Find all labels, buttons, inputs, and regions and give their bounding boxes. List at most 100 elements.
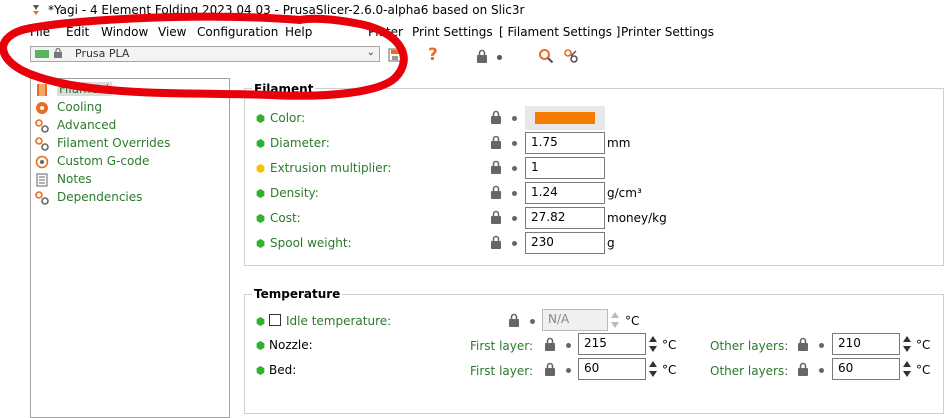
bed-other-layers-unit: °C: [916, 363, 931, 377]
bed-other-layers-label: Other layers:: [710, 364, 789, 378]
extrusion-multiplier-label: Extrusion multiplier:: [270, 161, 392, 175]
menu-configuration[interactable]: Configuration: [197, 25, 278, 39]
bed-first-layer-input[interactable]: 60: [578, 358, 646, 380]
notes-icon: [36, 173, 48, 187]
menu-window[interactable]: Window: [101, 25, 148, 39]
extrusion-multiplier-input[interactable]: 1: [525, 157, 605, 179]
lock-icon[interactable]: [476, 49, 488, 63]
settings-page-list: Filament Cooling Advanced Filament Overr…: [30, 78, 230, 418]
nozzle-first-layer-input[interactable]: 215: [578, 333, 646, 355]
lock-icon[interactable]: [490, 235, 502, 249]
filament-group-title: Filament: [252, 82, 316, 96]
spool-weight-input[interactable]: 230: [525, 232, 605, 254]
sidebar-item-label: Filament: [57, 82, 113, 96]
lock-icon[interactable]: [797, 337, 809, 351]
density-label: Density:: [270, 186, 319, 200]
color-swatch: [535, 112, 595, 124]
lock-icon[interactable]: [490, 210, 502, 224]
bullet-icon: [512, 216, 517, 221]
density-unit: g/cm³: [607, 186, 642, 200]
tab-printer-settings[interactable]: Printer Settings: [621, 25, 714, 39]
wrench-icon: [35, 191, 49, 205]
temperature-group-title: Temperature: [252, 287, 343, 301]
idle-temperature-label: Idle temperature:: [286, 314, 392, 328]
simple-mode-icon: [256, 189, 265, 198]
window-title: *Yagi - 4 Element Folding 2023 04 03 - P…: [48, 3, 525, 17]
sidebar-item-label: Filament Overrides: [57, 136, 171, 150]
lock-icon[interactable]: [490, 185, 502, 199]
tab-filament-settings[interactable]: [ Filament Settings ]: [499, 25, 620, 39]
lock-icon[interactable]: [544, 337, 556, 351]
spinner-arrows-icon[interactable]: [646, 358, 660, 380]
chevron-down-icon: ⌄: [366, 47, 375, 58]
sidebar-item-label: Notes: [57, 172, 92, 186]
spinner-arrows-icon[interactable]: [900, 333, 914, 355]
color-label: Color:: [270, 111, 306, 125]
idle-temperature-checkbox[interactable]: [269, 314, 281, 326]
advanced-mode-icon: [256, 164, 265, 173]
lock-icon[interactable]: [544, 362, 556, 376]
simple-mode-icon: [256, 114, 265, 123]
menu-edit[interactable]: Edit: [66, 25, 89, 39]
preset-color-swatch: [35, 50, 49, 58]
sidebar-item-label: Custom G-code: [57, 154, 150, 168]
help-icon[interactable]: ?: [428, 45, 438, 65]
lock-icon[interactable]: [508, 313, 520, 327]
search-icon[interactable]: [538, 48, 554, 64]
title-bar: *Yagi - 4 Element Folding 2023 04 03 - P…: [0, 0, 944, 22]
bullet-icon: [512, 241, 517, 246]
nozzle-first-layer-label: First layer:: [470, 339, 534, 353]
bullet-icon: [512, 166, 517, 171]
idle-temperature-input[interactable]: N/A: [542, 309, 608, 331]
wrench-icon: [35, 119, 49, 133]
bed-first-layer-label: First layer:: [470, 364, 534, 378]
simple-mode-icon: [256, 341, 265, 350]
bullet-icon: [566, 368, 571, 373]
bullet-icon: [512, 116, 517, 121]
menu-view[interactable]: View: [158, 25, 186, 39]
bullet-icon: [566, 343, 571, 348]
bed-other-layers-input[interactable]: 60: [832, 358, 900, 380]
nozzle-label: Nozzle:: [269, 338, 313, 352]
color-picker[interactable]: [525, 106, 605, 130]
cost-input[interactable]: 27.82: [525, 207, 605, 229]
sidebar-item-label: Dependencies: [57, 190, 143, 204]
wrench-icon: [35, 137, 49, 151]
lock-icon[interactable]: [490, 110, 502, 124]
save-preset-icon[interactable]: [388, 48, 402, 62]
menu-file[interactable]: File: [30, 25, 50, 39]
diameter-input[interactable]: 1.75: [525, 132, 605, 154]
diameter-unit: mm: [607, 136, 631, 150]
spool-weight-unit: g: [607, 236, 615, 250]
simple-mode-icon: [256, 139, 265, 148]
compare-presets-icon[interactable]: [563, 48, 579, 64]
spinner-arrows-icon[interactable]: [646, 333, 660, 355]
cost-label: Cost:: [270, 211, 301, 225]
simple-mode-icon: [256, 317, 265, 326]
tab-print-settings[interactable]: Print Settings: [412, 25, 493, 39]
preset-dropdown[interactable]: Prusa PLA ⌄: [30, 46, 380, 62]
spinner-arrows-icon[interactable]: [608, 309, 622, 331]
nozzle-other-layers-unit: °C: [916, 338, 931, 352]
sidebar-item-label: Cooling: [57, 100, 102, 114]
nozzle-other-layers-label: Other layers:: [710, 339, 789, 353]
spool-icon: [37, 84, 47, 96]
simple-mode-icon: [256, 366, 265, 375]
lock-icon[interactable]: [797, 362, 809, 376]
bullet-icon: [530, 319, 535, 324]
bed-label: Bed:: [269, 363, 297, 377]
tab-plater[interactable]: Plater: [368, 25, 403, 39]
diameter-label: Diameter:: [270, 136, 330, 150]
settings-content: Filament Color: Diameter: 1.75 mm Extrus…: [244, 78, 944, 414]
bullet-icon: [819, 343, 824, 348]
menu-help[interactable]: Help: [285, 25, 312, 39]
nozzle-other-layers-input[interactable]: 210: [832, 333, 900, 355]
fan-icon: [36, 102, 48, 114]
bed-first-layer-unit: °C: [662, 363, 677, 377]
simple-mode-icon: [256, 239, 265, 248]
lock-icon[interactable]: [490, 135, 502, 149]
lock-icon[interactable]: [490, 160, 502, 174]
spinner-arrows-icon[interactable]: [900, 358, 914, 380]
density-input[interactable]: 1.24: [525, 182, 605, 204]
gear-icon: [35, 155, 49, 169]
